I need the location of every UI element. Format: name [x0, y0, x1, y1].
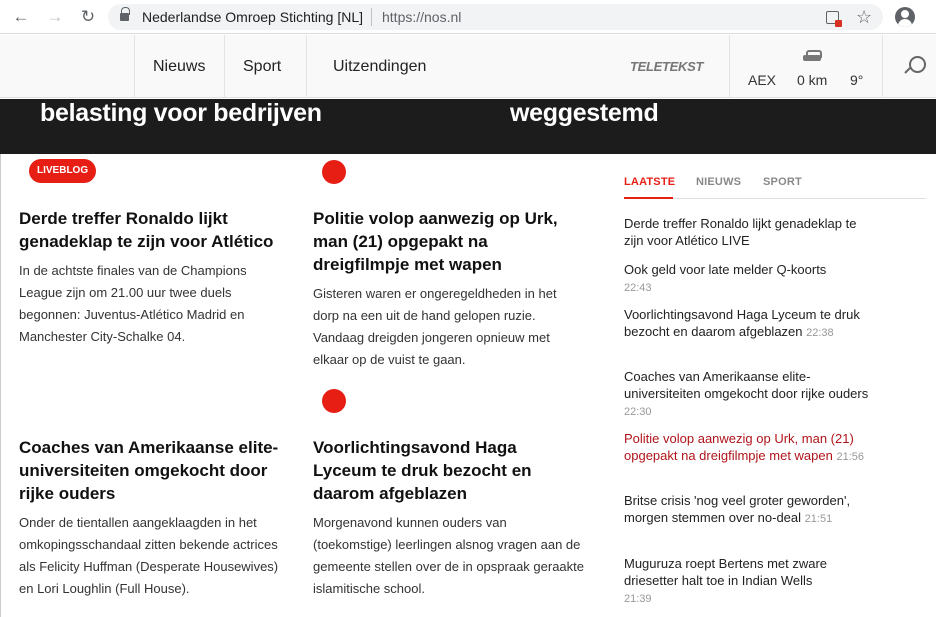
article-summary: Morgenavond kunnen ouders van (toekomsti… — [313, 515, 585, 596]
feed-time: 22:38 — [806, 327, 834, 339]
address-bar[interactable]: Nederlandse Omroep Stichting [NL] https:… — [108, 4, 883, 30]
article-title[interactable]: Politie volop aanwezig op Urk, man (21) … — [313, 207, 585, 276]
feed-time: 21:56 — [836, 451, 865, 463]
aex-indicator[interactable]: AEX — [748, 72, 776, 88]
divider — [134, 35, 135, 98]
article-title[interactable]: Derde treffer Ronaldo lijkt genadeklap t… — [19, 207, 291, 253]
list-item[interactable]: Muguruza roept Bertens met zware drieset… — [624, 555, 869, 608]
divider — [882, 35, 883, 98]
divider — [306, 35, 307, 98]
site-header: Nieuws Sport Uitzendingen TELETEKST AEX … — [0, 35, 936, 98]
list-item[interactable]: Voorlichtingsavond Haga Lyceum te druk b… — [624, 306, 869, 342]
feed-title[interactable]: Ook geld voor late melder Q-koorts — [624, 262, 826, 277]
traffic-jam-km[interactable]: 0 km — [797, 72, 827, 88]
feed-title[interactable]: Politie volop aanwezig op Urk, man (21) … — [624, 431, 854, 463]
article-summary: Gisteren waren er ongeregeldheden in het… — [313, 286, 557, 367]
tab-nieuws[interactable]: NIEUWS — [696, 176, 741, 188]
latest-news-tabs: LAATSTE NIEUWS SPORT — [624, 176, 926, 199]
feed-time: 22:43 — [624, 282, 652, 294]
search-icon[interactable] — [905, 56, 926, 76]
feed-title[interactable]: Muguruza roept Bertens met zware drieset… — [624, 556, 827, 588]
feed-title[interactable]: Derde treffer Ronaldo lijkt genadeklap t… — [624, 216, 856, 248]
divider — [0, 154, 1, 617]
divider — [224, 35, 225, 98]
list-item[interactable]: Britse crisis 'nog veel groter geworden'… — [624, 492, 869, 528]
nav-nieuws[interactable]: Nieuws — [153, 58, 205, 76]
feed-title[interactable]: Coaches van Amerikaanse elite-universite… — [624, 369, 868, 401]
teletekst-label: TELETEKST — [630, 59, 704, 74]
news-dot-icon — [322, 160, 346, 184]
active-tab-indicator — [624, 197, 673, 199]
tab-sport[interactable]: SPORT — [763, 176, 802, 188]
car-traffic-icon — [803, 50, 822, 63]
list-item[interactable]: Coaches van Amerikaanse elite-universite… — [624, 368, 869, 421]
url-text[interactable]: https://nos.nl — [382, 9, 461, 25]
teletekst-logo[interactable]: TELETEKST — [630, 60, 710, 74]
nav-sport[interactable]: Sport — [243, 58, 281, 76]
forward-arrow-icon[interactable]: → — [44, 6, 66, 28]
article-summary: In de achtste finales van de Champions L… — [19, 263, 247, 344]
news-dot-icon — [322, 389, 346, 413]
hero-headline-right[interactable]: weggestemd — [510, 99, 659, 128]
article-summary: Onder de tientallen aangeklaagden in het… — [19, 515, 279, 596]
article-title[interactable]: Voorlichtingsavond Haga Lyceum te druk b… — [313, 436, 585, 505]
hero-banner[interactable]: belasting voor bedrijven weggestemd — [0, 99, 936, 154]
feed-time: 22:30 — [624, 406, 652, 418]
divider — [371, 8, 372, 26]
article-card[interactable]: Politie volop aanwezig op Urk, man (21) … — [313, 207, 585, 371]
divider — [729, 35, 730, 98]
liveblog-badge: LIVEBLOG — [29, 159, 97, 183]
site-identity: Nederlandse Omroep Stichting [NL] — [142, 9, 363, 25]
nav-uitzendingen[interactable]: Uitzendingen — [333, 58, 426, 76]
browser-toolbar: ← → ↻ Nederlandse Omroep Stichting [NL] … — [0, 0, 936, 34]
article-card[interactable]: Coaches van Amerikaanse elite-universite… — [19, 436, 291, 600]
article-card[interactable]: Derde treffer Ronaldo lijkt genadeklap t… — [19, 207, 291, 348]
back-arrow-icon[interactable]: ← — [10, 6, 32, 28]
reload-icon[interactable]: ↻ — [77, 6, 99, 28]
tab-laatste[interactable]: LAATSTE — [624, 176, 675, 188]
profile-avatar-icon[interactable] — [895, 7, 915, 27]
list-item[interactable]: Derde treffer Ronaldo lijkt genadeklap t… — [624, 215, 869, 249]
list-item[interactable]: Ook geld voor late melder Q-koorts 22:43 — [624, 261, 869, 297]
article-title[interactable]: Coaches van Amerikaanse elite-universite… — [19, 436, 291, 505]
bookmark-star-icon[interactable]: ☆ — [856, 7, 872, 28]
feed-time: 21:39 — [624, 593, 652, 605]
hero-headline-left[interactable]: belasting voor bedrijven — [40, 99, 322, 128]
article-card[interactable]: Voorlichtingsavond Haga Lyceum te druk b… — [313, 436, 585, 600]
list-item[interactable]: Politie volop aanwezig op Urk, man (21) … — [624, 430, 869, 466]
feed-time: 21:51 — [804, 513, 833, 525]
popup-blocked-icon[interactable] — [826, 11, 842, 27]
weather-temperature[interactable]: 9° — [850, 72, 863, 88]
lock-icon[interactable] — [120, 7, 130, 22]
